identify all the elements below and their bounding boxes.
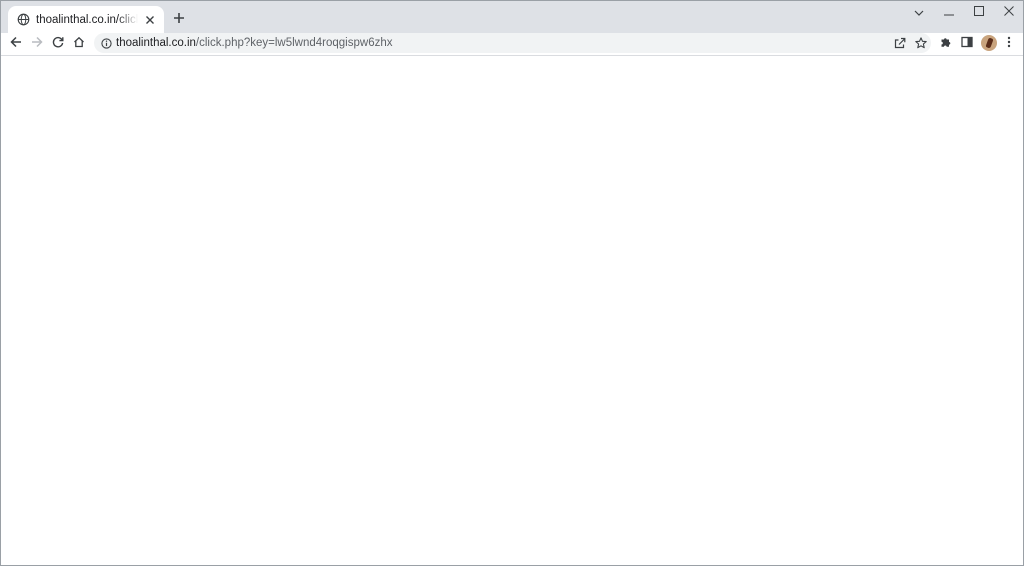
url-path: /click.php?key=lw5lwnd4roqgispw6zhx	[195, 37, 393, 49]
minimize-icon	[944, 5, 954, 19]
maximize-icon	[974, 5, 984, 19]
new-tab-button[interactable]	[169, 9, 189, 29]
address-bar[interactable]: thoalinthal.co.in/click.php?key=lw5lwnd4…	[94, 33, 931, 53]
back-button[interactable]	[6, 33, 26, 53]
close-window-button[interactable]	[994, 1, 1023, 23]
url-host: thoalinthal.co.in	[116, 37, 196, 49]
star-icon[interactable]	[912, 34, 930, 52]
url-text[interactable]: thoalinthal.co.in/click.php?key=lw5lwnd4…	[116, 36, 392, 50]
share-icon[interactable]	[891, 34, 909, 52]
browser-window: thoalinthal.co.in/click.php?key=lw5lwnd4…	[0, 0, 1024, 566]
arrow-left-icon	[10, 36, 22, 51]
info-icon[interactable]	[99, 36, 113, 50]
page-content	[1, 56, 1023, 565]
close-icon[interactable]	[142, 12, 158, 28]
reload-icon	[52, 36, 64, 51]
side-panel-icon	[961, 36, 973, 51]
globe-icon	[16, 13, 30, 27]
minimize-button[interactable]	[934, 1, 964, 23]
chevron-down-icon	[914, 5, 924, 19]
menu-button[interactable]	[999, 33, 1019, 53]
tab-title: thoalinthal.co.in/click.php?key=lw5lwnd4…	[36, 13, 138, 26]
home-button[interactable]	[69, 33, 89, 53]
forward-button[interactable]	[27, 33, 47, 53]
reload-button[interactable]	[48, 33, 68, 53]
extensions-button[interactable]	[936, 33, 956, 53]
kebab-menu-icon	[1007, 36, 1011, 51]
tab-strip: thoalinthal.co.in/click.php?key=lw5lwnd4…	[1, 1, 1023, 33]
arrow-right-icon	[31, 36, 43, 51]
browser-tab[interactable]: thoalinthal.co.in/click.php?key=lw5lwnd4…	[8, 6, 164, 33]
toolbar: thoalinthal.co.in/click.php?key=lw5lwnd4…	[1, 33, 1023, 56]
side-panel-button[interactable]	[957, 33, 977, 53]
maximize-button[interactable]	[964, 1, 994, 23]
tab-search-button[interactable]	[904, 1, 934, 23]
puzzle-icon	[940, 36, 952, 51]
close-icon	[1004, 5, 1014, 19]
home-icon	[73, 36, 85, 51]
plus-icon	[173, 12, 185, 27]
profile-avatar[interactable]	[981, 35, 997, 51]
